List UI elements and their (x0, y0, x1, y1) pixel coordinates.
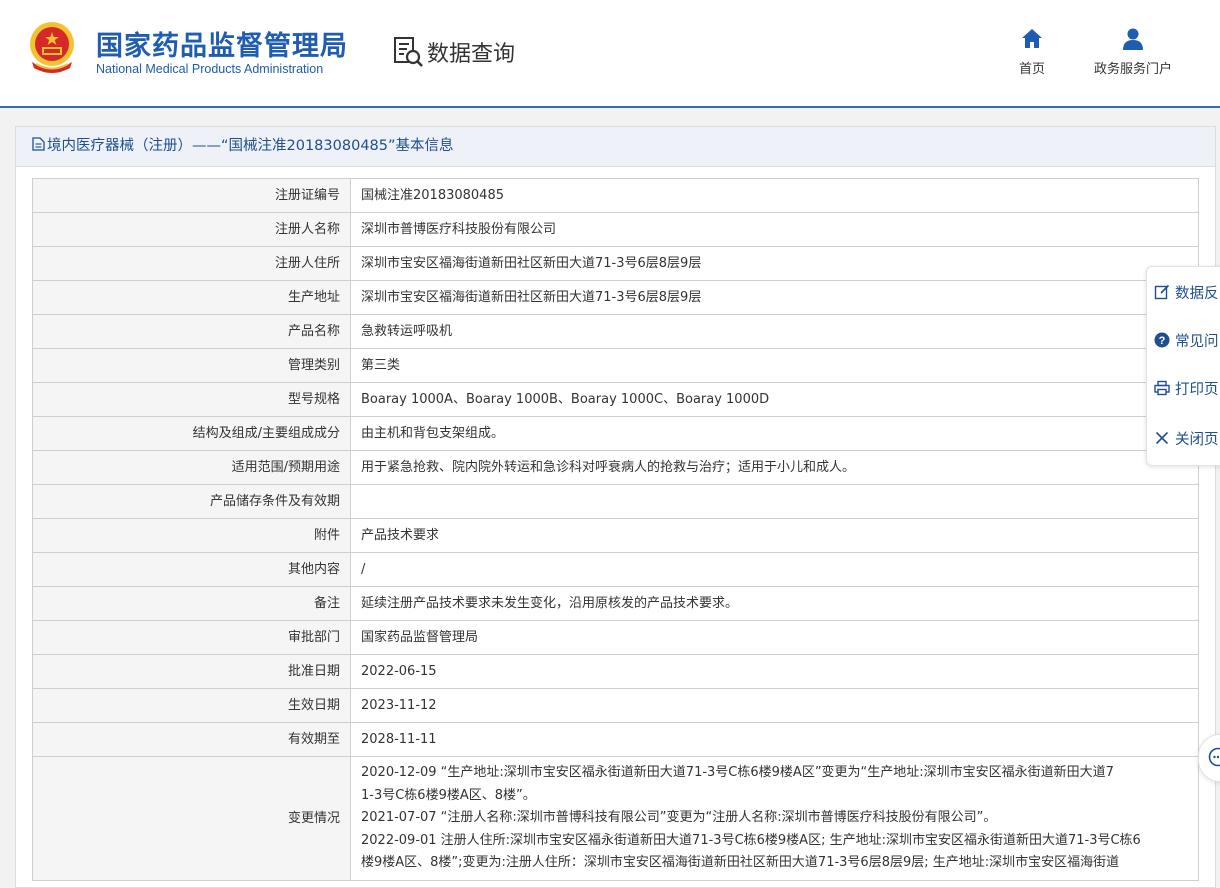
row-label: 审批部门 (33, 621, 351, 655)
row-value: 第三类 (351, 349, 1199, 383)
row-value: 2022-06-15 (351, 655, 1199, 689)
row-label: 管理类别 (33, 349, 351, 383)
print-button[interactable]: 打印页 (1154, 378, 1219, 402)
feedback-button[interactable]: 数据反 (1154, 282, 1219, 306)
edit-icon (1154, 284, 1170, 300)
row-label: 批准日期 (33, 655, 351, 689)
faq-button[interactable]: ? 常见问 (1154, 330, 1219, 354)
table-row: 结构及组成/主要组成成分由主机和背包支架组成。 (33, 417, 1199, 451)
org-name-cn: 国家药品监督管理局 (96, 24, 348, 63)
close-page-label: 关闭页 (1175, 432, 1219, 448)
table-row: 产品储存条件及有效期 (33, 485, 1199, 519)
table-row: 型号规格Boaray 1000A、Boaray 1000B、Boaray 100… (33, 383, 1199, 417)
print-label: 打印页 (1175, 382, 1219, 398)
row-label: 产品储存条件及有效期 (33, 485, 351, 519)
home-icon (1019, 26, 1045, 52)
national-emblem-icon (26, 20, 78, 76)
row-value: 国家药品监督管理局 (351, 621, 1199, 655)
row-label: 型号规格 (33, 383, 351, 417)
table-row-change: 变更情况 2020-12-09 “生产地址:深圳市宝安区福永街道新田大道71-3… (33, 757, 1199, 881)
change-line: 楼9楼A区、8楼”;变更为:注册人住所：深圳市宝安区福海街道新田社区新田大道71… (361, 852, 1188, 875)
data-query-icon (393, 36, 423, 68)
change-line: 2022-09-01 注册人住所:深圳市宝安区福永街道新田大道71-3号C栋6楼… (361, 830, 1188, 853)
table-row: 有效期至2028-11-11 (33, 723, 1199, 757)
row-value: 延续注册产品技术要求未发生变化，沿用原核发的产品技术要求。 (351, 587, 1199, 621)
table-row: 注册人住所深圳市宝安区福海街道新田社区新田大道71-3号6层8层9层 (33, 247, 1199, 281)
nav-portal[interactable]: 政务服务门户 (1084, 26, 1182, 77)
row-label: 产品名称 (33, 315, 351, 349)
table-row: 管理类别第三类 (33, 349, 1199, 383)
row-label: 备注 (33, 587, 351, 621)
section-title: 数据查询 (427, 36, 515, 68)
row-label: 生效日期 (33, 689, 351, 723)
row-value: 深圳市宝安区福海街道新田社区新田大道71-3号6层8层9层 (351, 247, 1199, 281)
row-label: 附件 (33, 519, 351, 553)
change-value: 2020-12-09 “生产地址:深圳市宝安区福永街道新田大道71-3号C栋6楼… (351, 757, 1199, 881)
row-label: 注册人名称 (33, 213, 351, 247)
panel-title-text: 境内医疗器械（注册）——“国械注准20183080485”基本信息 (47, 138, 454, 154)
user-icon (1120, 26, 1146, 52)
table-row: 注册证编号国械注准20183080485 (33, 179, 1199, 213)
table-row: 批准日期2022-06-15 (33, 655, 1199, 689)
row-value: 国械注准20183080485 (351, 179, 1199, 213)
faq-label: 常见问 (1175, 334, 1219, 350)
table-row: 产品名称急救转运呼吸机 (33, 315, 1199, 349)
floating-toolbar: 数据反 ? 常见问 打印页 关闭页 (1146, 266, 1220, 466)
table-row: 注册人名称深圳市普博医疗科技股份有限公司 (33, 213, 1199, 247)
row-value: 深圳市宝安区福海街道新田社区新田大道71-3号6层8层9层 (351, 281, 1199, 315)
row-value: 由主机和背包支架组成。 (351, 417, 1199, 451)
table-row: 适用范围/预期用途用于紧急抢救、院内院外转运和急诊科对呼衰病人的抢救与治疗；适用… (33, 451, 1199, 485)
table-row: 生产地址深圳市宝安区福海街道新田社区新田大道71-3号6层8层9层 (33, 281, 1199, 315)
feedback-label: 数据反 (1175, 286, 1219, 302)
table-row: 生效日期2023-11-12 (33, 689, 1199, 723)
change-line: 1-3号C栋6楼9楼A区、8楼”。 (361, 785, 1188, 808)
site-header: 国家药品监督管理局 National Medical Products Admi… (0, 0, 1220, 108)
printer-icon (1154, 380, 1170, 396)
table-row: 附件产品技术要求 (33, 519, 1199, 553)
row-value: 2023-11-12 (351, 689, 1199, 723)
svg-text:?: ? (1159, 335, 1166, 347)
row-label: 生产地址 (33, 281, 351, 315)
info-table: 注册证编号国械注准20183080485 注册人名称深圳市普博医疗科技股份有限公… (32, 178, 1199, 881)
nav-home-label: 首页 (1010, 58, 1054, 77)
row-value: / (351, 553, 1199, 587)
close-page-button[interactable]: 关闭页 (1154, 428, 1219, 452)
question-icon: ? (1154, 332, 1170, 348)
panel-title: 境内医疗器械（注册）——“国械注准20183080485”基本信息 (16, 127, 1215, 167)
row-label: 有效期至 (33, 723, 351, 757)
close-icon (1154, 430, 1170, 446)
change-line: 2021-07-07 “注册人名称:深圳市普博科技有限公司”变更为“注册人名称:… (361, 807, 1188, 830)
change-label: 变更情况 (33, 757, 351, 881)
table-row: 审批部门国家药品监督管理局 (33, 621, 1199, 655)
row-label: 其他内容 (33, 553, 351, 587)
row-value: 产品技术要求 (351, 519, 1199, 553)
table-row: 其他内容/ (33, 553, 1199, 587)
row-value: 深圳市普博医疗科技股份有限公司 (351, 213, 1199, 247)
nav-home[interactable]: 首页 (1010, 26, 1054, 77)
nav-portal-label: 政务服务门户 (1084, 58, 1182, 77)
row-label: 注册人住所 (33, 247, 351, 281)
row-value: 用于紧急抢救、院内院外转运和急诊科对呼衰病人的抢救与治疗；适用于小儿和成人。 (351, 451, 1199, 485)
table-row: 备注延续注册产品技术要求未发生变化，沿用原核发的产品技术要求。 (33, 587, 1199, 621)
document-icon (32, 137, 45, 151)
row-value: 2028-11-11 (351, 723, 1199, 757)
chat-icon (1208, 747, 1220, 767)
row-label: 适用范围/预期用途 (33, 451, 351, 485)
row-value (351, 485, 1199, 519)
row-label: 结构及组成/主要组成成分 (33, 417, 351, 451)
row-value: 急救转运呼吸机 (351, 315, 1199, 349)
info-panel: 境内医疗器械（注册）——“国械注准20183080485”基本信息 注册证编号国… (15, 126, 1216, 888)
change-line: 2020-12-09 “生产地址:深圳市宝安区福永街道新田大道71-3号C栋6楼… (361, 762, 1188, 785)
org-name-en: National Medical Products Administration (96, 62, 323, 76)
row-value: Boaray 1000A、Boaray 1000B、Boaray 1000C、B… (351, 383, 1199, 417)
row-label: 注册证编号 (33, 179, 351, 213)
